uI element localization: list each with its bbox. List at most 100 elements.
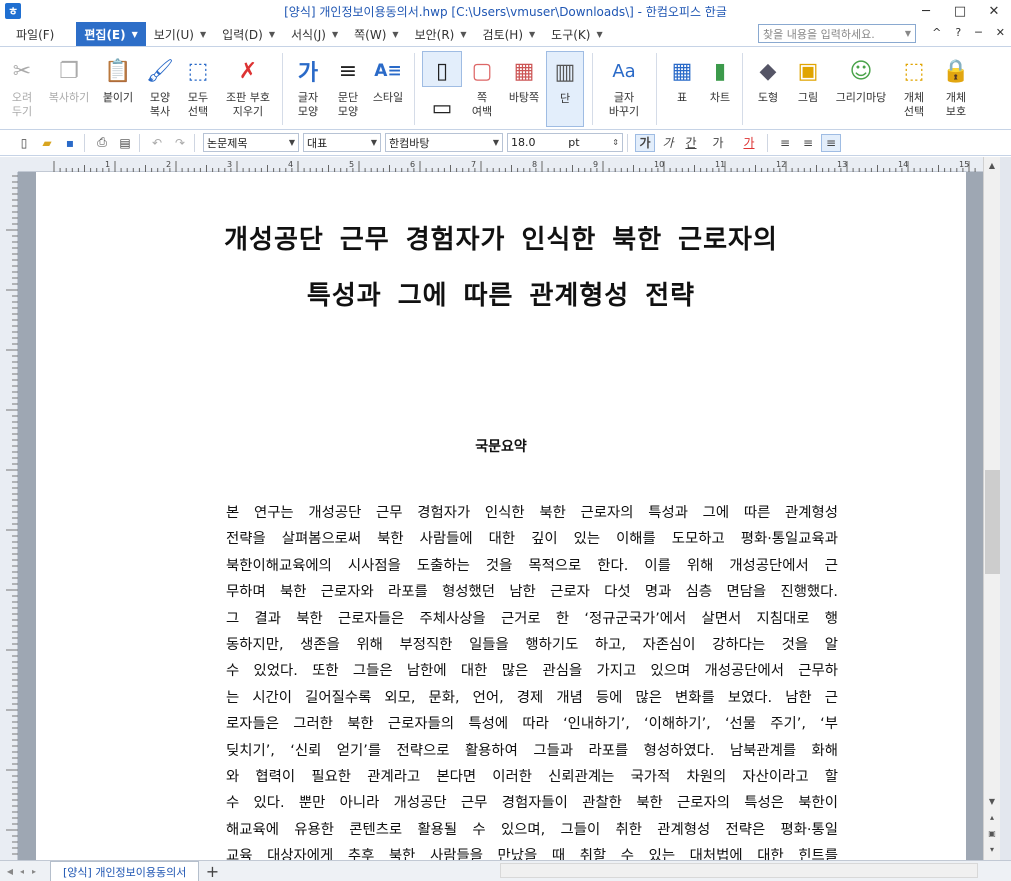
- ribbon-toolbar: ✂ 오려 두기 ❐ 복사하기 📋 붙이기 🖌 모양 복사 ⬚ 모두 선택 ✗ 조판 부호 지…: [0, 46, 1011, 130]
- copy-button[interactable]: ❐ 복사하기: [44, 51, 94, 127]
- new-document-icon[interactable]: ▯: [14, 134, 34, 152]
- chevron-down-icon: ▼: [331, 29, 339, 39]
- document-tab[interactable]: [양식] 개인정보이용동의서: [50, 861, 200, 881]
- strikethrough-button[interactable]: 가: [704, 134, 732, 152]
- select-all-button[interactable]: ⬚ 모두 선택: [176, 51, 220, 127]
- abstract-line: 본 연구는 개성공단 근무 경험자가 인식한 북한 근로자의 특성과 그에 따른…: [226, 505, 838, 521]
- font-dropdown[interactable]: 한컴바탕 ▼: [385, 133, 503, 152]
- menu-format[interactable]: 서식(J) ▼: [283, 22, 346, 46]
- undo-icon[interactable]: ↶: [147, 134, 167, 152]
- align-justify-icon[interactable]: ≡: [775, 134, 795, 152]
- first-tab-icon[interactable]: ◀: [4, 864, 16, 879]
- vertical-ruler[interactable]: [0, 172, 18, 860]
- add-tab-button[interactable]: +: [199, 861, 225, 881]
- prev-tab-icon[interactable]: ◂: [16, 864, 28, 879]
- menu-file[interactable]: 파일(F): [8, 22, 62, 46]
- font-size-stepper[interactable]: 18.0 pt ⇕: [507, 133, 623, 152]
- scroll-up-icon[interactable]: ▲: [984, 157, 1000, 173]
- horizontal-scrollbar[interactable]: [500, 863, 978, 878]
- page-portrait-icon: ▯: [435, 58, 449, 84]
- document-title-line1: 개성공단 근무 경험자가 인식한 북한 근로자의: [224, 225, 778, 255]
- page-view-icon[interactable]: ▣: [984, 825, 1000, 841]
- page-portrait-button[interactable]: ▯: [422, 51, 462, 87]
- paragraph-shape-button[interactable]: ≡ 문단 모양: [326, 51, 370, 127]
- ruler-label: 6: [410, 160, 415, 169]
- brush-icon: 🖌: [146, 58, 174, 84]
- help-icon[interactable]: ?: [955, 26, 961, 39]
- abstract-line: 무하며 북한 근로자와 라포를 형성했던 남한 근로자 다섯 명과 심층 면담을…: [226, 584, 838, 601]
- menu-insert[interactable]: 입력(D) ▼: [214, 22, 283, 46]
- object-select-button[interactable]: ⬚ 개체 선택: [892, 51, 936, 127]
- close-button[interactable]: ✕: [977, 0, 1011, 22]
- abstract-line: 해교육에 유용한 콘텐츠로 활용될 수 있으며, 그들이 취한 관계형성 전략은…: [226, 821, 838, 838]
- maximize-button[interactable]: □: [943, 0, 977, 22]
- bold-button[interactable]: 가: [635, 133, 655, 152]
- font-color-button[interactable]: 가: [735, 134, 763, 152]
- scroll-down-icon[interactable]: ▼: [984, 793, 1000, 809]
- cut-button[interactable]: ✂ 오려 두기: [0, 51, 44, 127]
- document-page[interactable]: 개성공단 근무 경험자가 인식한 북한 근로자의 특성과 그에 따른 관계형성 …: [36, 172, 966, 860]
- ribbon-separator: [592, 53, 593, 125]
- page-landscape-icon: ▭: [431, 95, 453, 121]
- master-page-icon: ▦: [513, 58, 535, 84]
- ribbon-collapse-icon[interactable]: ^: [932, 26, 941, 39]
- ruler-label: 1: [105, 160, 110, 169]
- scrollbar-thumb[interactable]: [985, 470, 1000, 574]
- replace-text-button[interactable]: Aa 글자 바꾸기: [600, 51, 648, 127]
- object-select-icon: ⬚: [903, 58, 925, 84]
- save-icon[interactable]: ▪: [60, 134, 80, 152]
- side-panel-toggle[interactable]: [1000, 157, 1011, 881]
- style-button[interactable]: A≡ 스타일: [366, 51, 410, 127]
- object-protect-button[interactable]: 🔒 개체 보호: [934, 51, 978, 127]
- shape-button[interactable]: ◆ 도형: [746, 51, 790, 127]
- title-bar: ㅎ [양식] 개인정보이용동의서.hwp [C:\Users\vmuser\Do…: [0, 0, 1011, 22]
- picture-button[interactable]: ▣ 그림: [786, 51, 830, 127]
- menu-security[interactable]: 보안(R) ▼: [407, 22, 475, 46]
- ruler-corner[interactable]: [0, 157, 18, 172]
- lock-icon: 🔒: [942, 58, 970, 84]
- menu-page[interactable]: 쪽(W) ▼: [346, 22, 406, 46]
- redo-icon[interactable]: ↷: [170, 134, 190, 152]
- print-preview-icon[interactable]: ▤: [115, 134, 135, 152]
- paste-button[interactable]: 📋 붙이기: [96, 51, 140, 127]
- outline-dropdown[interactable]: 대표 ▼: [303, 133, 381, 152]
- char-shape-button[interactable]: 가 글자 모양: [286, 51, 330, 127]
- menu-view[interactable]: 보기(U) ▼: [146, 22, 214, 46]
- underline-button[interactable]: 간: [681, 134, 701, 152]
- align-distribute-icon[interactable]: ≡: [821, 133, 841, 152]
- document-area[interactable]: 개성공단 근무 경험자가 인식한 북한 근로자의 특성과 그에 따른 관계형성 …: [18, 172, 983, 860]
- ruler-label: 15: [959, 160, 969, 169]
- horizontal-ruler[interactable]: 12345678910111213141516: [18, 157, 983, 172]
- minimize-button[interactable]: ─: [909, 0, 943, 22]
- chart-button[interactable]: ▮ 차트: [698, 51, 742, 127]
- italic-button[interactable]: 가: [658, 134, 678, 152]
- prev-page-icon[interactable]: ▴: [984, 809, 1000, 825]
- search-input[interactable]: 찾을 내용을 입력하세요. ▼: [758, 24, 916, 43]
- master-page-button[interactable]: ▦ 바탕쪽: [502, 51, 546, 127]
- page-margin-icon: ▢: [471, 58, 493, 84]
- menu-tools[interactable]: 도구(K) ▼: [543, 22, 610, 46]
- clipboard-icon: 📋: [104, 58, 132, 84]
- chevron-down-icon: ▼: [596, 29, 603, 39]
- vertical-scrollbar[interactable]: ▲ ▼ ▴ ▣ ▾: [983, 157, 1000, 860]
- open-folder-icon[interactable]: ▰: [37, 134, 57, 152]
- next-page-icon[interactable]: ▾: [984, 841, 1000, 857]
- doc-minimize-icon[interactable]: ─: [975, 26, 982, 39]
- doc-close-icon[interactable]: ✕: [996, 26, 1005, 39]
- drawing-gallery-button[interactable]: ☺ 그리기마당: [830, 51, 892, 127]
- ribbon-separator: [282, 53, 283, 125]
- menu-edit[interactable]: 편집(E) ▼: [76, 22, 146, 46]
- align-left-icon[interactable]: ≡: [798, 134, 818, 152]
- clear-codes-button[interactable]: ✗ 조판 부호 지우기: [220, 51, 276, 127]
- page-margin-button[interactable]: ▢ 쪽 여백: [460, 51, 504, 127]
- menu-bar: 파일(F) 편집(E) ▼ 보기(U) ▼ 입력(D) ▼ 서식(J) ▼ 쪽(W) ▼ …: [0, 22, 1011, 46]
- eraser-x-icon: ✗: [238, 58, 258, 84]
- print-icon[interactable]: ⎙: [92, 134, 112, 152]
- menu-review[interactable]: 검토(H) ▼: [475, 22, 544, 46]
- next-tab-icon[interactable]: ▸: [28, 864, 40, 879]
- ribbon-separator: [656, 53, 657, 125]
- page-landscape-button[interactable]: ▭: [422, 93, 462, 123]
- style-dropdown[interactable]: 논문제목 ▼: [203, 133, 299, 152]
- columns-button[interactable]: ▥ 단: [546, 51, 584, 127]
- style-icon: A≡: [374, 61, 402, 81]
